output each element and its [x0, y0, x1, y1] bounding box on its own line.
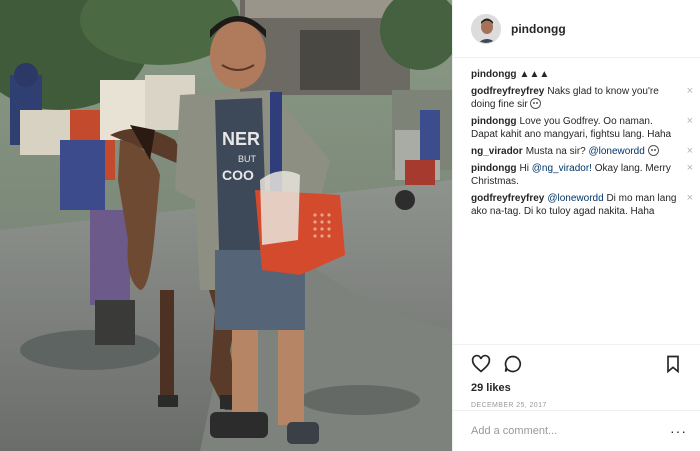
comment-username[interactable]: pindongg [471, 116, 517, 127]
post-photo[interactable]: NER BUT COO [0, 0, 452, 451]
comment: godfreyfreyfrey Naks glad to know you're … [471, 85, 693, 111]
likes-count[interactable]: 29 likes [471, 382, 683, 394]
comment-input[interactable] [471, 425, 670, 437]
comment-username[interactable]: ng_virador [471, 146, 523, 157]
post-actions: 29 likes DECEMBER 25, 2017 [453, 344, 700, 409]
more-options-icon[interactable]: ··· [670, 423, 687, 439]
heart-icon[interactable] [471, 354, 491, 374]
comment: godfreyfreyfrey @lonewordd Di mo man lang… [471, 192, 693, 218]
comment-mention[interactable]: @ng_virador! [532, 163, 592, 174]
avatar-image [472, 14, 500, 43]
add-comment-bar: ··· [453, 410, 700, 451]
bookmark-icon[interactable] [663, 354, 683, 374]
avatar[interactable] [471, 13, 501, 44]
smiling-face-icon [530, 98, 542, 109]
comments-list: pindongg ▲▲▲ godfreyfreyfrey Naks glad to … [471, 68, 693, 222]
grinning-face-icon [647, 145, 659, 156]
close-icon[interactable]: × [687, 192, 693, 205]
comment-mention[interactable]: @lonewordd [589, 146, 645, 157]
close-icon[interactable]: × [687, 115, 693, 128]
comment: pindongg Love you Godfrey. Oo naman. Dapa… [471, 115, 693, 141]
close-icon[interactable]: × [687, 162, 693, 175]
post-date: DECEMBER 25, 2017 [471, 402, 547, 409]
svg-text:NER: NER [222, 129, 260, 149]
post-side-panel: pindongg pindongg ▲▲▲ godfreyfreyfrey Naks… [452, 0, 700, 451]
comment-bubble-icon[interactable] [503, 354, 523, 374]
comment-text: ▲▲▲ [519, 69, 550, 80]
post-image: NER BUT COO [0, 0, 452, 451]
comment-text: Musta na sir? [525, 146, 586, 157]
post-owner-username[interactable]: pindongg [511, 22, 566, 36]
close-icon[interactable]: × [687, 85, 693, 98]
close-icon[interactable]: × [687, 145, 693, 158]
comment: ng_virador Musta na sir? @lonewordd × [471, 145, 693, 158]
action-icons-row [471, 353, 683, 375]
comment-text-before: Hi [519, 163, 529, 174]
comment-username[interactable]: pindongg [471, 69, 517, 80]
post-header: pindongg [453, 0, 700, 58]
comment-mention[interactable]: @lonewordd [547, 193, 603, 204]
comment-username[interactable]: godfreyfreyfrey [471, 193, 544, 204]
comment: pindongg Hi @ng_virador! Okay lang. Merry… [471, 162, 693, 188]
comment-username[interactable]: godfreyfreyfrey [471, 86, 544, 97]
svg-text:BUT: BUT [238, 154, 257, 164]
svg-text:COO: COO [222, 167, 254, 183]
comment-username[interactable]: pindongg [471, 163, 517, 174]
comment: pindongg ▲▲▲ [471, 68, 693, 81]
